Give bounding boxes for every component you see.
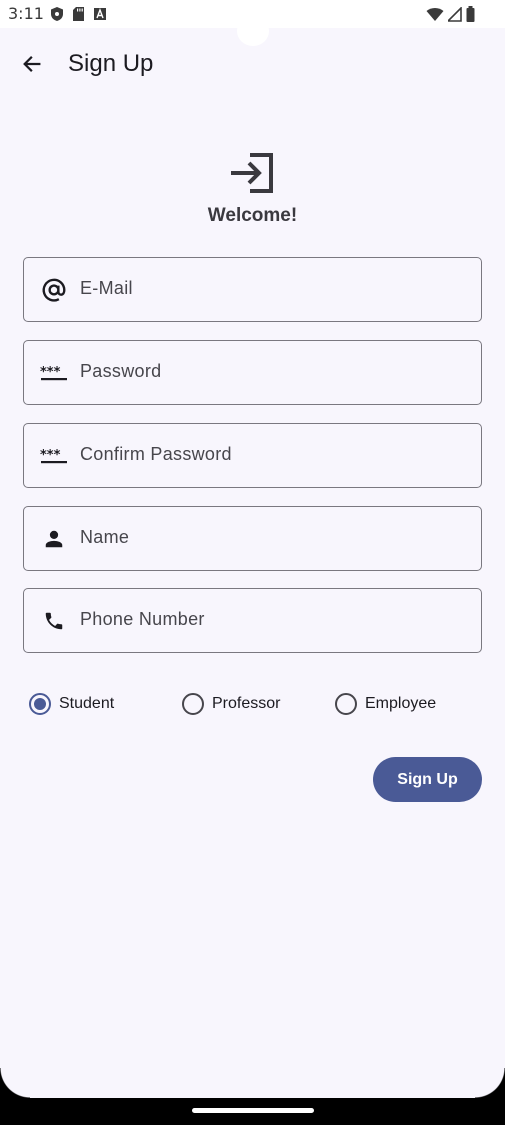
radio-employee-label: Employee [365,695,437,712]
person-icon [40,526,68,552]
password-field[interactable]: *** Password [23,340,482,405]
svg-text:***: *** [40,365,61,380]
arrow-left-icon [23,56,41,72]
status-icons-left [50,6,107,22]
page-title: Sign Up [68,50,154,77]
login-icon [231,153,273,193]
battery-icon [466,6,475,22]
font-a-icon [94,8,106,20]
radio-professor-label: Professor [212,695,281,712]
screen-corner [475,1068,505,1098]
sign-up-screen: 3:11 Sign Up Welcome! E-Mail *** Passwor… [0,0,505,1125]
at-sign-icon [40,277,68,303]
shield-icon [51,7,63,21]
radio-professor[interactable]: Professor [182,690,280,718]
password-icon: *** [40,360,68,386]
radio-button-checked[interactable] [29,693,51,715]
sign-up-button[interactable]: Sign Up [373,757,482,802]
signal-icon [448,6,462,22]
back-button[interactable] [12,44,52,84]
app-bar: Sign Up [0,28,505,100]
name-label: Name [80,527,130,547]
sd-card-icon [73,7,84,21]
svg-text:***: *** [40,448,61,463]
confirm-password-label: Confirm Password [80,444,232,464]
wifi-icon [426,7,444,21]
name-field[interactable]: Name [23,506,482,571]
phone-label: Phone Number [80,609,205,629]
welcome-heading: Welcome! [207,205,298,226]
radio-button[interactable] [182,693,204,715]
radio-student-label: Student [59,695,115,712]
confirm-password-field[interactable]: *** Confirm Password [23,423,482,488]
navigation-bar [0,1098,505,1125]
screen-corner [0,1068,30,1098]
radio-employee[interactable]: Employee [335,690,436,718]
home-indicator[interactable] [192,1108,314,1113]
radio-button[interactable] [335,693,357,715]
radio-student[interactable]: Student [29,690,114,718]
password-icon: *** [40,443,68,469]
status-time: 3:11 [8,4,44,23]
email-label: E-Mail [80,278,133,298]
password-label: Password [80,361,162,381]
phone-field[interactable]: Phone Number [23,588,482,653]
phone-icon [40,608,68,634]
status-icons-right [426,6,475,22]
email-field[interactable]: E-Mail [23,257,482,322]
